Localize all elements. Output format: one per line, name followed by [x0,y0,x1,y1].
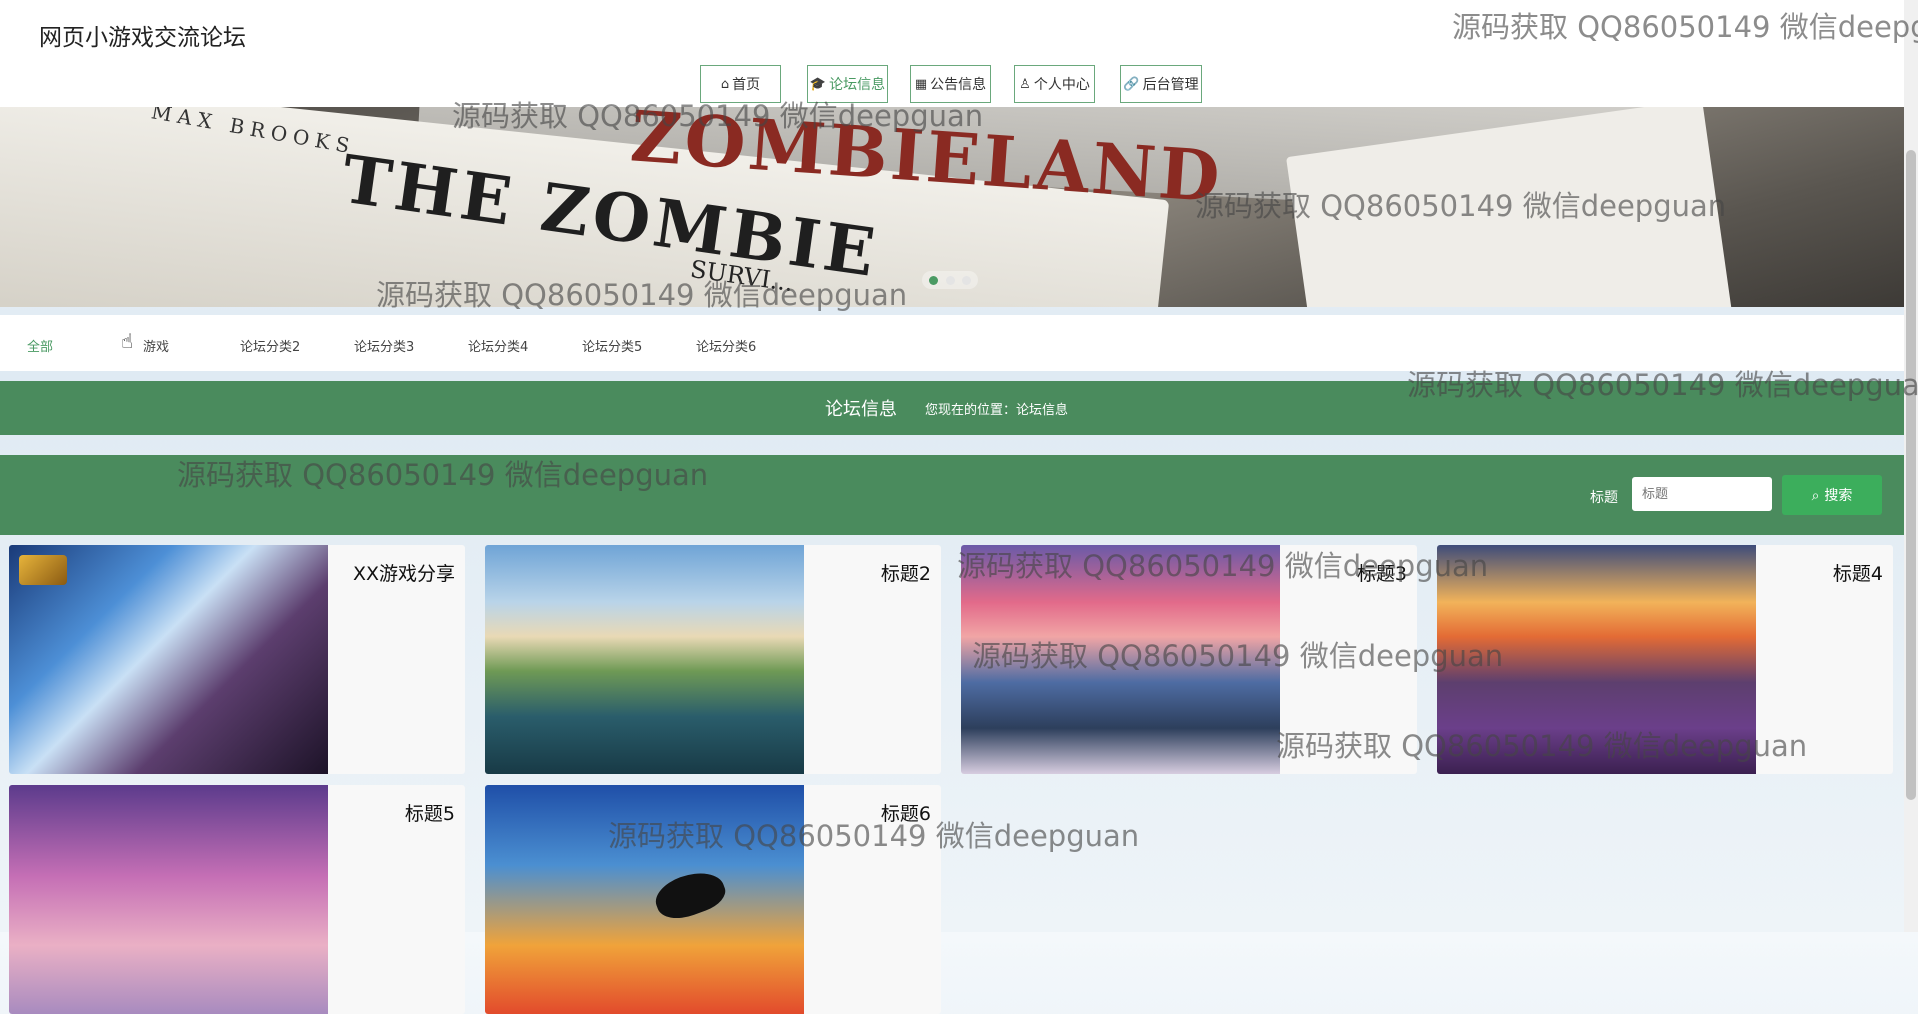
search-button-label: 搜索 [1824,487,1853,503]
search-input[interactable] [1632,477,1772,511]
card-title[interactable]: 标题2 [815,559,931,586]
forum-card[interactable]: XX游戏分享 [9,545,465,774]
nav-notice-button[interactable]: ▦ 公告信息 [910,65,991,103]
nav-home-button[interactable]: ⌂ 首页 [700,65,781,103]
nav-admin-button[interactable]: 🔗 后台管理 [1120,65,1202,103]
category-all[interactable]: 全部 [27,336,53,355]
search-bar: 标题 ⌕ 搜索 [0,455,1904,535]
section-title-bar: 论坛信息 您现在的位置：论坛信息 [0,381,1904,435]
hand-cursor-icon: ☝ [121,329,134,353]
carousel-dot[interactable] [929,275,939,285]
category-2[interactable]: 论坛分类2 [240,336,300,355]
category-6[interactable]: 论坛分类6 [696,336,756,355]
nav-forum-label: 论坛信息 [829,77,886,93]
forum-card[interactable]: 标题3 [961,545,1417,774]
card-image[interactable] [961,545,1280,774]
nav-admin-label: 后台管理 [1142,77,1199,93]
page-scrollbar[interactable] [1904,0,1918,932]
home-icon: ⌂ [720,76,730,92]
card-title[interactable]: 标题3 [1291,559,1407,586]
nav-notice-label: 公告信息 [930,77,987,93]
nav-profile-label: 个人中心 [1033,77,1090,93]
category-5[interactable]: 论坛分类5 [582,336,642,355]
forum-card[interactable]: 标题6 [485,785,941,1014]
user-icon: ♙ [1019,76,1031,92]
card-image[interactable] [485,785,804,1014]
category-bar: 全部 游戏 论坛分类2 论坛分类3 论坛分类4 论坛分类5 论坛分类6 [0,315,1904,371]
carousel-dot[interactable] [945,275,955,285]
site-title: 网页小游戏交流论坛 [39,25,246,51]
category-3[interactable]: 论坛分类3 [354,336,414,355]
link-icon: 🔗 [1123,76,1140,92]
forum-card[interactable]: 标题2 [485,545,941,774]
dolphin-silhouette [650,864,730,926]
card-title[interactable]: 标题6 [815,799,931,826]
card-title[interactable]: 标题4 [1767,559,1883,586]
page-title: 论坛信息 [825,399,897,420]
gift-icon: ▦ [914,76,928,92]
nav-home-label: 首页 [732,77,761,93]
search-icon: ⌕ [1811,486,1820,503]
category-games[interactable]: 游戏 [143,336,169,355]
card-image[interactable] [9,785,328,1014]
card-image[interactable] [1437,545,1756,774]
nav-forum-button[interactable]: 🎓 论坛信息 [807,65,888,103]
site-header: 网页小游戏交流论坛 ⌂ 首页 🎓 论坛信息 ▦ 公告信息 ♙ 个人中心 🔗 后台… [0,0,1904,107]
forum-card[interactable]: 标题5 [9,785,465,1014]
nav-profile-button[interactable]: ♙ 个人中心 [1014,65,1095,103]
card-image[interactable] [485,545,804,774]
card-title[interactable]: XX游戏分享 [339,559,455,586]
scrollbar-thumb[interactable] [1906,150,1916,800]
category-4[interactable]: 论坛分类4 [468,336,528,355]
graduation-cap-icon: 🎓 [809,76,827,92]
carousel-dot[interactable] [961,275,971,285]
banner-carousel[interactable]: ZOMBIELAND MAX BROOKS THE ZOMBIE SURVI..… [0,107,1904,307]
main-nav: ⌂ 首页 🎓 论坛信息 ▦ 公告信息 ♙ 个人中心 🔗 后台管理 [0,65,1904,103]
card-title[interactable]: 标题5 [339,799,455,826]
search-label: 标题 [1590,490,1618,506]
search-button[interactable]: ⌕ 搜索 [1782,475,1882,515]
forum-card[interactable]: 标题4 [1437,545,1893,774]
carousel-dots [922,271,978,289]
breadcrumb: 您现在的位置：论坛信息 [925,403,1069,418]
game-logo-badge [19,555,67,585]
card-image[interactable] [9,545,328,774]
